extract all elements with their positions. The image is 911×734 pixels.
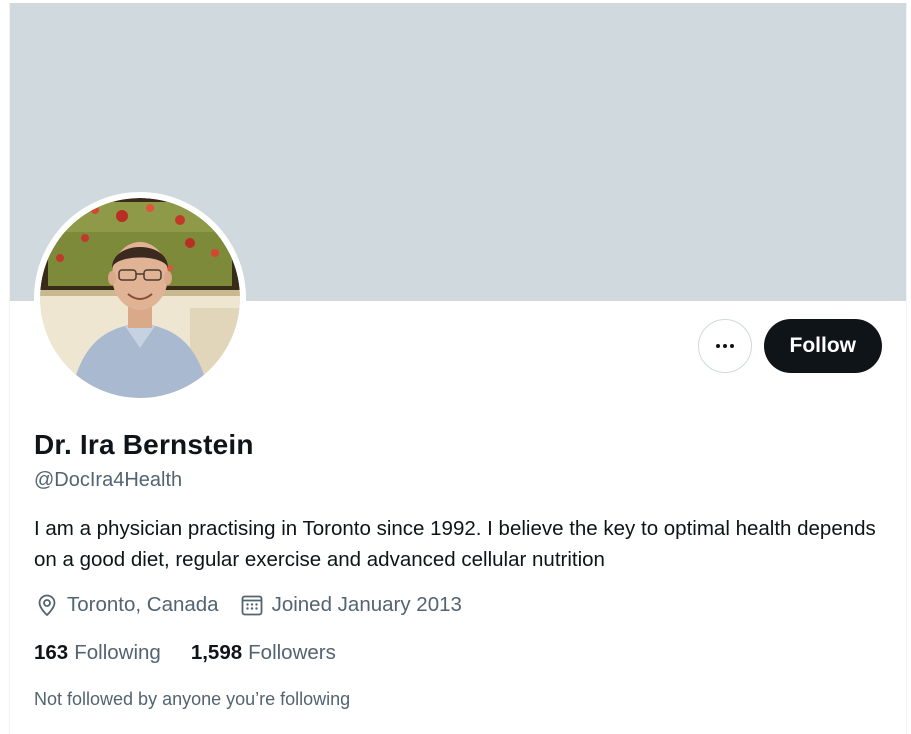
profile-stats: 163 Following 1,598 Followers <box>34 641 366 665</box>
user-handle: @DocIra4Health <box>34 469 183 491</box>
joined-item: Joined January 2013 <box>239 592 462 618</box>
calendar-icon <box>239 592 265 618</box>
location-pin-icon <box>34 592 60 618</box>
joined-text: Joined January 2013 <box>271 593 462 616</box>
avatar-frame[interactable] <box>34 192 246 404</box>
following-label: Following <box>74 641 161 664</box>
display-name: Dr. Ira Bernstein <box>34 429 254 460</box>
location-text: Toronto, Canada <box>67 593 219 616</box>
more-options-button[interactable] <box>697 319 752 373</box>
profile-column: Follow Dr. Ira Bernstein @DocIra4Health … <box>9 3 907 734</box>
profile-meta: Toronto, Canada Joined January 2013 <box>34 592 482 618</box>
following-link[interactable]: 163 Following <box>34 641 161 665</box>
page: Follow Dr. Ira Bernstein @DocIra4Health … <box>0 0 911 734</box>
more-horizontal-icon <box>715 344 734 348</box>
profile-actions: Follow <box>697 319 882 373</box>
profile-bio: I am a physician practising in Toronto s… <box>34 517 876 571</box>
location-item: Toronto, Canada <box>34 592 219 618</box>
followers-label: Followers <box>248 641 336 664</box>
followers-count: 1,598 <box>190 641 243 664</box>
followers-link[interactable]: 1,598 Followers <box>191 641 336 665</box>
follow-button[interactable]: Follow <box>763 319 882 373</box>
following-count: 163 <box>34 641 69 664</box>
avatar[interactable] <box>40 198 240 398</box>
social-context-note: Not followed by anyone you’re following <box>34 689 351 709</box>
